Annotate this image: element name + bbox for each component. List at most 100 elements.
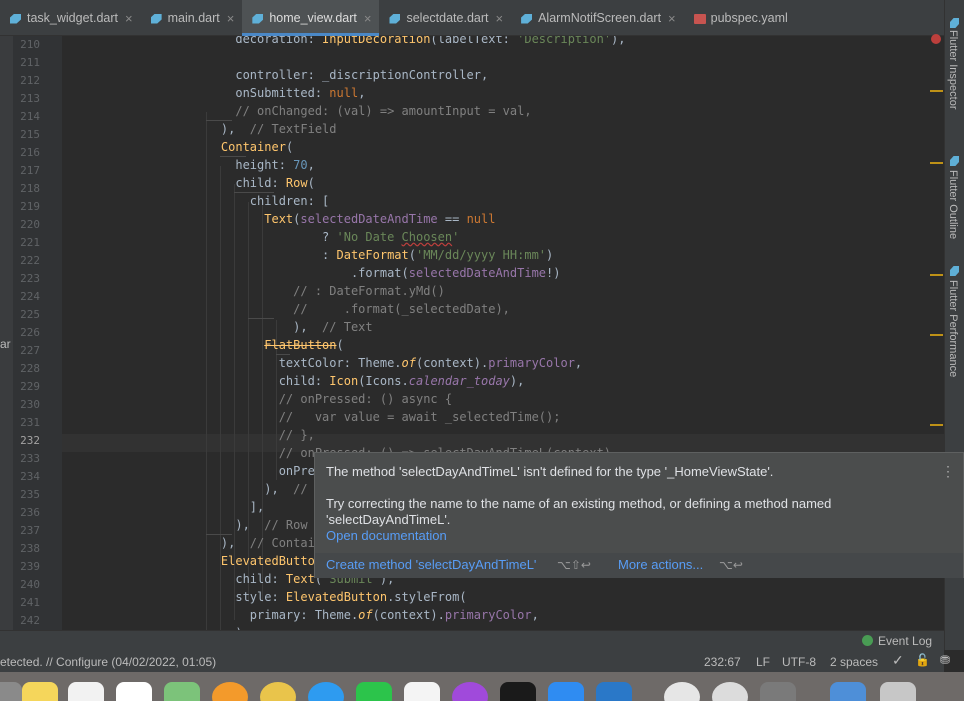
code-line: onSubmitted: null, — [192, 86, 366, 100]
music-icon[interactable] — [404, 682, 440, 701]
tv-icon[interactable] — [500, 682, 536, 701]
inspection-icon[interactable]: ✓ — [892, 652, 904, 669]
flutter-performance-tab[interactable]: Flutter Performance — [947, 280, 959, 377]
app-icon[interactable] — [712, 682, 748, 701]
tab-main[interactable]: main.dart × — [141, 0, 243, 36]
close-icon[interactable]: × — [668, 11, 676, 26]
close-icon[interactable]: × — [495, 11, 503, 26]
close-icon[interactable]: × — [125, 11, 133, 26]
line-number: 230 — [20, 398, 40, 411]
warning-marker[interactable] — [930, 274, 943, 276]
app-icon[interactable] — [0, 682, 22, 701]
error-body-line1: Try correcting the name to the name of a… — [326, 496, 832, 511]
editor-tab-bar: task_widget.dart × main.dart × home_view.d… — [0, 0, 945, 36]
photos-icon[interactable] — [260, 682, 296, 701]
safari-icon[interactable] — [308, 682, 344, 701]
maps-icon[interactable] — [164, 682, 200, 701]
dart-file-icon — [151, 12, 163, 25]
tab-label: pubspec.yaml — [710, 11, 788, 25]
tab-label: home_view.dart — [269, 11, 357, 25]
caret-position[interactable]: 232:67 — [704, 655, 741, 669]
left-panel-text: ar — [0, 337, 11, 351]
line-number: 238 — [20, 542, 40, 555]
event-log-button[interactable]: Event Log — [878, 634, 932, 648]
system-preferences-icon[interactable] — [760, 682, 796, 701]
indent-setting[interactable]: 2 spaces — [830, 655, 878, 669]
line-number: 228 — [20, 362, 40, 375]
line-separator[interactable]: LF — [756, 655, 770, 669]
file-encoding[interactable]: UTF-8 — [782, 655, 816, 669]
tab-home-view[interactable]: home_view.dart × — [242, 0, 380, 36]
code-line: // .format(_selectedDate), — [293, 302, 510, 316]
tab-alarm-notif-screen[interactable]: AlarmNotifScreen.dart × — [511, 0, 684, 36]
books-icon[interactable] — [212, 682, 248, 701]
tab-pubspec[interactable]: pubspec.yaml — [684, 0, 796, 36]
line-number: 227 — [20, 344, 40, 357]
close-icon[interactable]: × — [227, 11, 235, 26]
downloads-folder-icon[interactable] — [830, 682, 866, 701]
open-documentation-link[interactable]: Open documentation — [326, 528, 447, 543]
line-number: 213 — [20, 92, 40, 105]
code-line: Container( — [220, 140, 294, 154]
code-line: child: Row( — [192, 176, 315, 190]
code-line: FlatButton( — [264, 338, 344, 352]
dart-file-icon — [10, 12, 22, 25]
tab-label: selectdate.dart — [406, 11, 489, 25]
warning-marker[interactable] — [930, 334, 943, 336]
app-icon[interactable] — [664, 682, 700, 701]
code-line: ? 'No Date Choosen' — [192, 230, 460, 244]
code-line: controller: _discriptionController, — [192, 68, 489, 82]
tab-label: main.dart — [167, 11, 220, 25]
code-line: child: Icon(Icons.calendar_today), — [192, 374, 525, 388]
podcasts-icon[interactable] — [452, 682, 488, 701]
code-line: // }, — [278, 428, 315, 442]
more-options-icon[interactable]: ⋮ — [941, 463, 955, 480]
reminders-icon[interactable] — [116, 682, 152, 701]
line-number: 229 — [20, 380, 40, 393]
error-indicator-icon[interactable] — [931, 34, 941, 44]
quick-fix-bar: Create method 'selectDayAndTimeL' ⌥⇧↩ Mo… — [315, 553, 963, 578]
calendar-icon[interactable] — [68, 682, 104, 701]
line-number: 234 — [20, 470, 40, 483]
facetime-icon[interactable] — [356, 682, 392, 701]
code-line: height: 70, — [192, 158, 315, 172]
line-number: 219 — [20, 200, 40, 213]
lock-icon[interactable]: 🔓 — [915, 653, 930, 667]
status-message[interactable]: etected. // Configure (04/02/2022, 01:05… — [0, 655, 216, 669]
flutter-icon — [950, 156, 959, 166]
warning-marker[interactable] — [930, 424, 943, 426]
code-line: .format(selectedDateAndTime!) — [192, 266, 561, 280]
memory-icon[interactable]: ⛃ — [940, 653, 950, 667]
line-number: 215 — [20, 128, 40, 141]
code-line: ), // TextField — [192, 122, 337, 136]
flutter-outline-tab[interactable]: Flutter Outline — [947, 170, 959, 239]
flutter-inspector-tab[interactable]: Flutter Inspector — [947, 30, 959, 109]
trash-icon[interactable] — [880, 682, 916, 701]
line-number: 212 — [20, 74, 40, 87]
project-panel-edge — [0, 36, 13, 630]
vscode-icon[interactable] — [596, 682, 632, 701]
line-number: 224 — [20, 290, 40, 303]
close-icon[interactable]: × — [364, 11, 372, 26]
create-method-action[interactable]: Create method 'selectDayAndTimeL' — [326, 557, 536, 572]
line-number: 232 — [20, 434, 40, 447]
error-body-line2: 'selectDayAndTimeL'. — [326, 512, 451, 527]
code-line: : DateFormat('MM/dd/yyyy HH:mm') — [192, 248, 554, 262]
app-store-icon[interactable] — [548, 682, 584, 701]
tab-label: AlarmNotifScreen.dart — [538, 11, 662, 25]
warning-marker[interactable] — [930, 162, 943, 164]
code-line: primary: Theme.of(context).primaryColor, — [192, 608, 539, 622]
warning-marker[interactable] — [930, 90, 943, 92]
line-number: 225 — [20, 308, 40, 321]
line-number: 237 — [20, 524, 40, 537]
code-line: ), // Row — [192, 518, 308, 532]
tab-selectdate[interactable]: selectdate.dart × — [379, 0, 511, 36]
code-line: // onChanged: (val) => amountInput = val… — [235, 104, 532, 118]
notes-icon[interactable] — [22, 682, 58, 701]
code-line: textColor: Theme.of(context).primaryColo… — [192, 356, 583, 370]
error-tooltip-popup: The method 'selectDayAndTimeL' isn't def… — [314, 452, 964, 578]
code-line: children: [ — [192, 194, 330, 208]
line-number: 221 — [20, 236, 40, 249]
more-actions-link[interactable]: More actions... — [618, 557, 703, 572]
tab-task-widget[interactable]: task_widget.dart × — [0, 0, 141, 36]
